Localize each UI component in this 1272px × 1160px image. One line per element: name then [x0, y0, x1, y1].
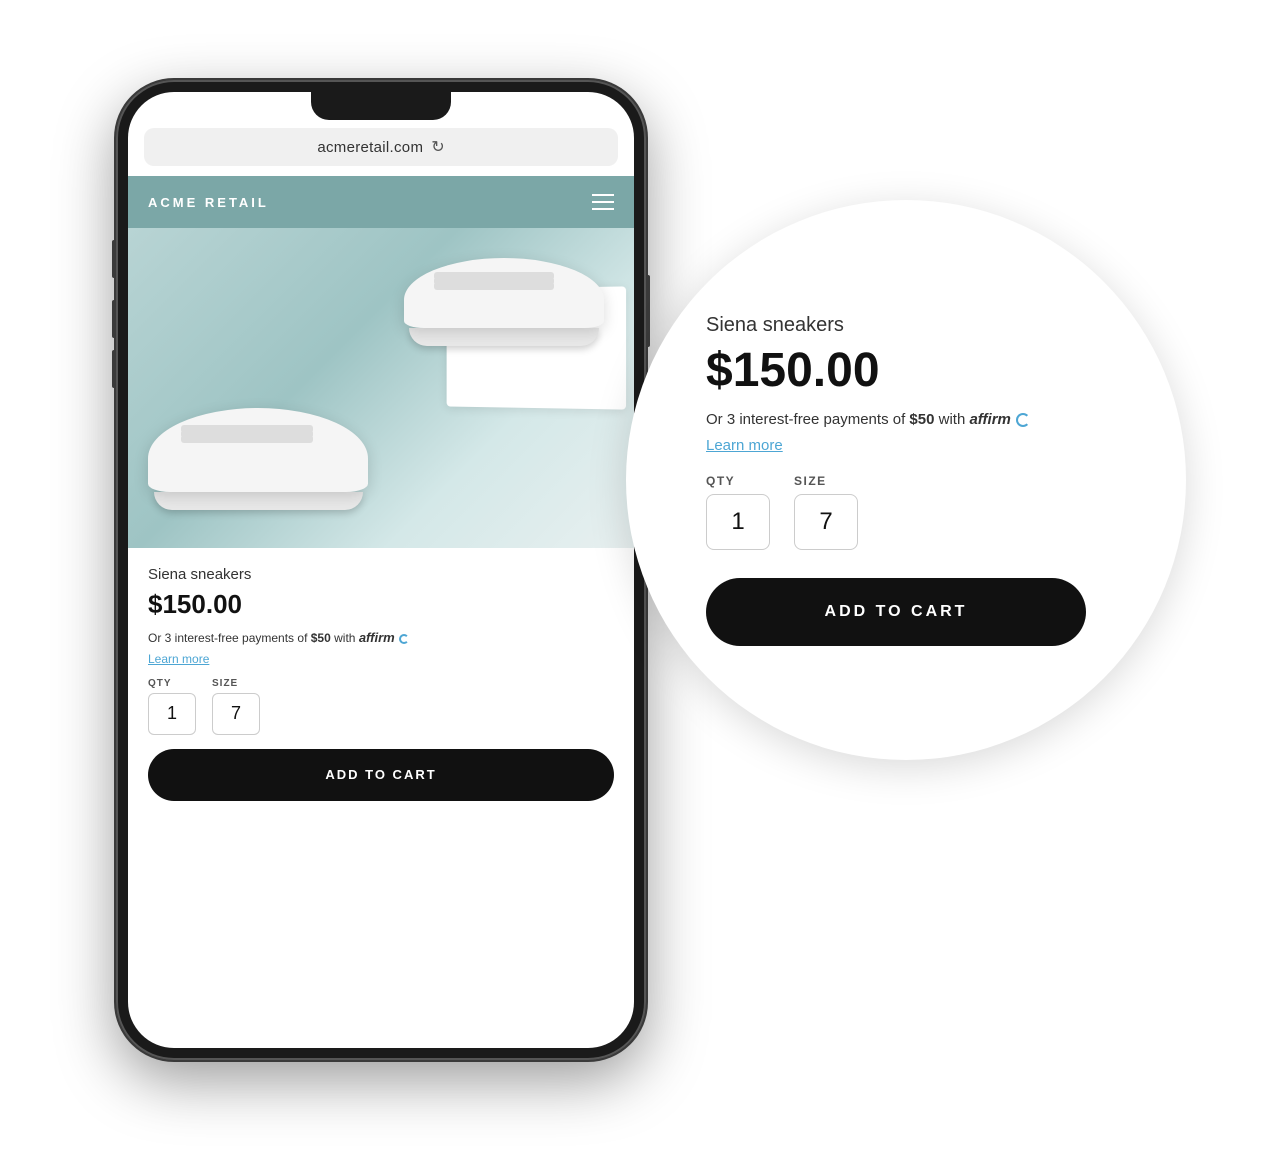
qty-label-small: QTY [148, 678, 196, 689]
site-header: ACME RETAIL [128, 176, 634, 228]
hamburger-line-1 [592, 194, 614, 196]
affirm-prefix-small: Or 3 interest-free payments of [148, 631, 307, 645]
product-image-area [128, 228, 634, 548]
bubble-price: $150.00 [706, 347, 1126, 395]
phone-frame: acmeretail.com ↻ ACME RETAIL [116, 80, 646, 1060]
shoe-sole-top [409, 328, 599, 346]
product-price-small: $150.00 [148, 589, 614, 620]
bubble-affirm-prefix: Or 3 interest-free payments of [706, 411, 905, 428]
add-to-cart-button-small[interactable]: ADD TO CART [148, 749, 614, 801]
bubble-affirm-brand: affirm [969, 411, 1010, 428]
size-box-small[interactable]: 7 [212, 693, 260, 735]
bubble-affirm-amount: $50 [909, 411, 934, 428]
size-label-small: SIZE [212, 678, 260, 689]
add-to-cart-button-bubble[interactable]: ADD TO CART [706, 578, 1086, 646]
website-content: ACME RETAIL [128, 176, 634, 1048]
add-to-cart-label-small: ADD TO CART [325, 767, 436, 782]
shoe-strap-2 [181, 425, 313, 433]
bubble-size-label: SIZE [794, 474, 858, 488]
bubble-qty-size-row: QTY 1 SIZE 7 [706, 474, 1126, 550]
url-text: acmeretail.com [317, 139, 423, 156]
shoe-strap [434, 272, 554, 280]
add-to-cart-label-bubble: ADD TO CART [825, 603, 968, 621]
product-name-small: Siena sneakers [148, 566, 614, 583]
bubble-size-group: SIZE 7 [794, 474, 858, 550]
affirm-amount-small: $50 [311, 631, 331, 645]
learn-more-link-bubble[interactable]: Learn more [706, 437, 1126, 454]
qty-group-small: QTY 1 [148, 678, 196, 735]
bubble-affirm-text: Or 3 interest-free payments of $50 with … [706, 409, 1126, 432]
shoe-sole-bottom [154, 492, 363, 510]
sneaker-bottom [148, 408, 368, 528]
hamburger-icon[interactable] [592, 194, 614, 210]
size-group-small: SIZE 7 [212, 678, 260, 735]
bubble-size-box[interactable]: 7 [794, 494, 858, 550]
bubble-product-name: Siena sneakers [706, 314, 1126, 337]
sneaker-top [404, 258, 604, 358]
affirm-text-small: Or 3 interest-free payments of $50 with … [148, 628, 614, 648]
bubble-qty-label: QTY [706, 474, 770, 488]
bubble-qty-group: QTY 1 [706, 474, 770, 550]
hamburger-line-2 [592, 201, 614, 203]
hamburger-line-3 [592, 208, 614, 210]
refresh-icon[interactable]: ↻ [431, 137, 444, 157]
product-details-small: Siena sneakers $150.00 Or 3 interest-fre… [128, 548, 634, 819]
phone-screen: acmeretail.com ↻ ACME RETAIL [128, 92, 634, 1048]
phone-notch [311, 92, 451, 120]
affirm-circle-icon-small [399, 634, 409, 644]
qty-box-small[interactable]: 1 [148, 693, 196, 735]
bubble-affirm-suffix: with [939, 411, 970, 428]
learn-more-link-small[interactable]: Learn more [148, 652, 614, 666]
affirm-suffix-small: with [334, 631, 355, 645]
url-bar: acmeretail.com ↻ [144, 128, 618, 166]
bubble-qty-box[interactable]: 1 [706, 494, 770, 550]
zoom-bubble: Siena sneakers $150.00 Or 3 interest-fre… [626, 200, 1186, 760]
affirm-brand-small: affirm [359, 630, 395, 645]
affirm-circle-icon-bubble [1016, 413, 1030, 427]
site-logo: ACME RETAIL [148, 195, 269, 210]
scene: acmeretail.com ↻ ACME RETAIL [86, 50, 1186, 1110]
qty-size-row-small: QTY 1 SIZE 7 [148, 678, 614, 735]
